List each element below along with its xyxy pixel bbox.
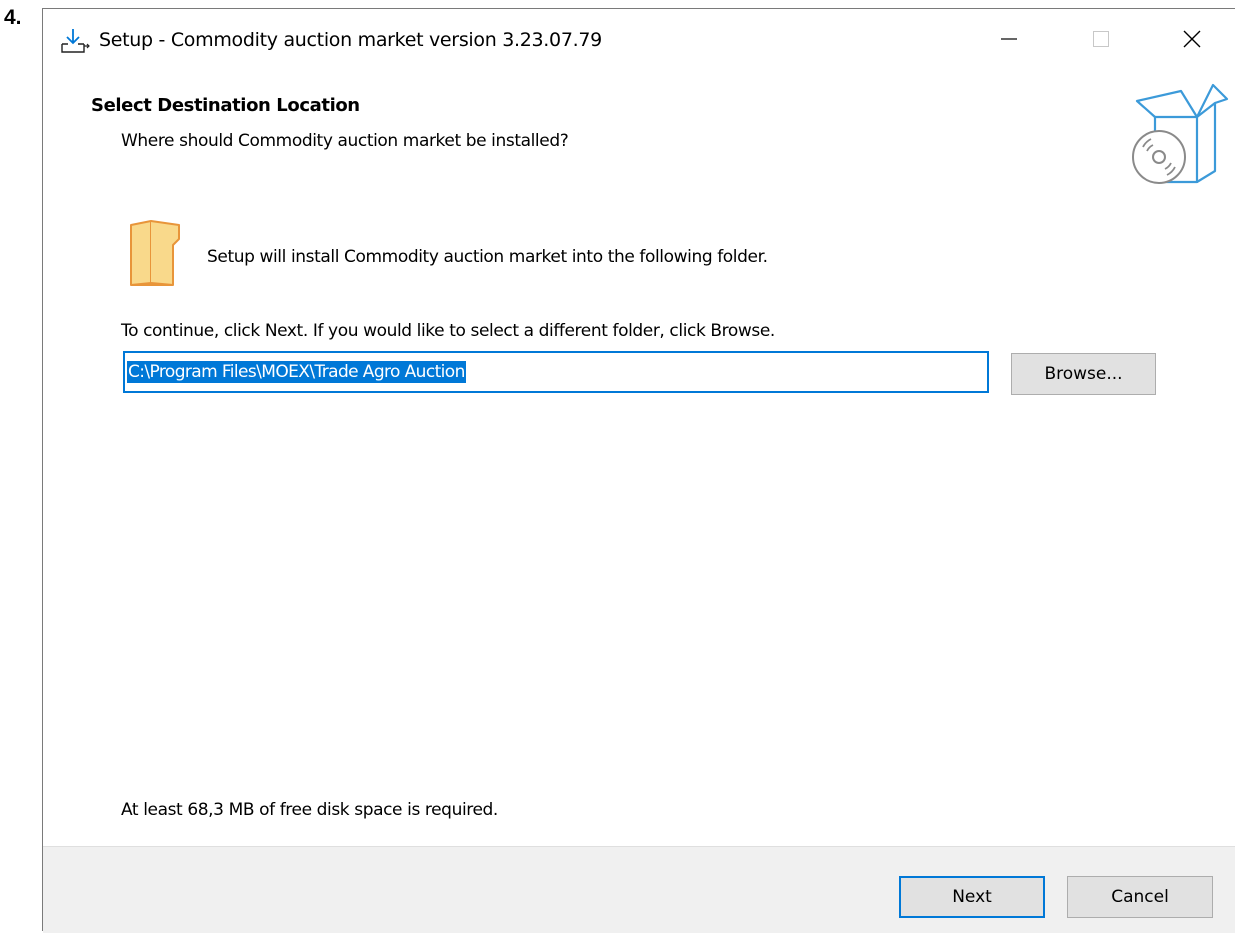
- maximize-icon: [1092, 30, 1110, 53]
- minimize-button[interactable]: [963, 9, 1055, 73]
- software-box-disc-icon: [1123, 77, 1229, 193]
- disk-space-note: At least 68,3 MB of free disk space is r…: [121, 800, 498, 820]
- button-bar: Next Cancel: [43, 846, 1235, 933]
- maximize-button[interactable]: [1055, 9, 1147, 73]
- page-title: Select Destination Location: [91, 95, 360, 116]
- setup-window: Setup - Commodity auction market version…: [42, 8, 1235, 933]
- folder-description: Setup will install Commodity auction mar…: [207, 247, 768, 267]
- folder-icon: [129, 219, 183, 287]
- instruction-text: To continue, click Next. If you would li…: [121, 321, 775, 341]
- setup-download-icon: [59, 27, 91, 55]
- step-number: 4.: [4, 6, 22, 29]
- close-icon: [1182, 29, 1202, 54]
- page-subtitle: Where should Commodity auction market be…: [121, 131, 569, 151]
- cancel-button[interactable]: Cancel: [1067, 876, 1213, 918]
- minimize-icon: [1000, 30, 1018, 53]
- path-value: C:\Program Files\MOEX\Trade Agro Auction: [127, 361, 466, 383]
- title-bar[interactable]: Setup - Commodity auction market version…: [43, 9, 1235, 73]
- next-button[interactable]: Next: [899, 876, 1045, 918]
- browse-button[interactable]: Browse...: [1011, 353, 1156, 395]
- window-title: Setup - Commodity auction market version…: [99, 29, 602, 51]
- destination-path-input[interactable]: C:\Program Files\MOEX\Trade Agro Auction: [123, 351, 989, 393]
- close-button[interactable]: [1147, 9, 1235, 73]
